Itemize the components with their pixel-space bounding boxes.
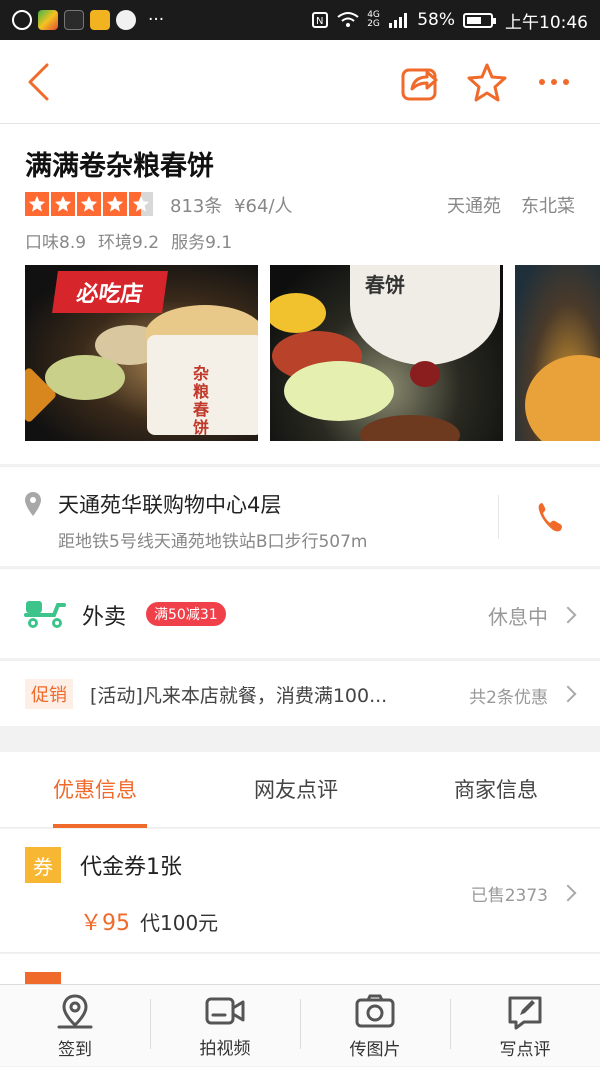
food-plate (360, 415, 460, 441)
coupon-item[interactable]: 券 代金券1张 ￥95 代100元 已售2373 (0, 829, 600, 953)
takeout-row[interactable]: 外卖 满50减31 休息中 (0, 568, 600, 658)
active-tab-indicator (53, 824, 147, 828)
address-main: 天通苑华联购物中心4层 (58, 493, 282, 517)
back-icon (28, 63, 49, 101)
promo-text: [活动]凡来本店就餐，消费满100... (90, 685, 388, 707)
app-icon (38, 10, 58, 30)
upload-photo-label: 传图片 (349, 1039, 401, 1060)
star-icon (51, 192, 75, 216)
environment-score: 环境9.2 (98, 233, 160, 253)
checkin-label: 签到 (58, 1039, 92, 1060)
delivery-scooter-icon (24, 601, 66, 628)
star-icon (103, 192, 127, 216)
app-icon (116, 10, 136, 30)
svg-text:N: N (316, 16, 323, 27)
takeout-discount-tag: 满50减31 (146, 602, 226, 626)
food-bowl (284, 361, 394, 421)
sub-scores: 口味8.9 环境9.2 服务9.1 (25, 228, 232, 253)
phone-icon[interactable] (536, 501, 564, 533)
shop-photo[interactable]: 春饼 (270, 265, 503, 441)
photo-caption: 春饼 (365, 273, 405, 297)
status-right: N 4G 2G 58% 上午10:46 (311, 8, 588, 33)
wifi-icon (337, 12, 359, 27)
promo-row[interactable]: 促销 [活动]凡来本店就餐，消费满100... 共2条优惠 (0, 660, 600, 726)
address-sub: 距地铁5号线天通苑地铁站B口步行507m (58, 532, 368, 552)
status-bar: ··· N 4G 2G 58% 上午10:46 (0, 0, 600, 40)
service-score: 服务9.1 (171, 233, 233, 253)
record-video-label: 拍视频 (199, 1038, 251, 1059)
nfc-icon: N (312, 12, 329, 28)
chevron-right-icon (559, 606, 577, 624)
video-camera-icon (205, 997, 245, 1024)
avg-price: ¥64/人 (234, 196, 293, 217)
more-button[interactable] (530, 58, 578, 106)
chevron-right-icon (559, 685, 577, 703)
takeout-status: 休息中 (488, 605, 548, 629)
cuisine-tag[interactable]: 东北菜 (521, 192, 575, 218)
review-count: 813条 (170, 196, 223, 217)
bottom-action-bar: 签到 拍视频 传图片 写点评 (0, 984, 600, 1066)
promo-count: 共2条优惠 (469, 688, 548, 708)
signal-icon (389, 13, 408, 28)
promo-tag: 促销 (25, 679, 73, 709)
shop-tags: 天通苑 东北菜 (447, 192, 575, 218)
battery-icon (463, 12, 496, 28)
food-plate (45, 355, 125, 400)
location-pin-icon (57, 993, 93, 1028)
favorite-button[interactable] (463, 58, 511, 106)
location-pin-icon (25, 492, 41, 516)
photo-caption: 杂粮春饼 (193, 364, 210, 437)
must-eat-badge: 必吃店 (52, 271, 168, 313)
half-star-icon (129, 192, 153, 216)
share-icon (401, 68, 438, 101)
coupon-title: 代金券1张 (80, 855, 182, 880)
chevron-right-icon (559, 884, 577, 902)
star-icon (77, 192, 101, 216)
clock: 上午10:46 (505, 12, 588, 33)
detail-tabs: 优惠信息 网友点评 商家信息 (0, 752, 600, 828)
battery-percent: 58% (417, 10, 455, 30)
edit-icon (508, 996, 542, 1029)
upload-photo-button[interactable]: 传图片 (300, 985, 450, 1067)
star-outline-icon (467, 63, 507, 102)
shop-name: 满满卷杂粮春饼 (25, 151, 214, 182)
rating-stars (25, 192, 153, 216)
address-row[interactable]: 天通苑华联购物中心4层 距地铁5号线天通苑地铁站B口步行507m (0, 466, 600, 566)
app-icon (64, 10, 84, 30)
more-notifications: ··· (148, 10, 165, 30)
camera-icon (355, 994, 395, 1027)
shop-info: 满满卷杂粮春饼 813条 ¥64/人 天通苑 东北菜 口味8.9 环境9.2 服… (0, 124, 600, 464)
nav-bar (0, 40, 600, 124)
tab-merchant-info[interactable]: 商家信息 (454, 774, 538, 804)
food-plate (270, 293, 326, 333)
write-review-button[interactable]: 写点评 (450, 985, 600, 1067)
status-left-icons: ··· (12, 10, 164, 30)
more-dots-icon (539, 79, 569, 85)
record-video-button[interactable]: 拍视频 (150, 985, 300, 1067)
review-meta: 813条 ¥64/人 (170, 192, 293, 218)
back-button[interactable] (14, 58, 62, 106)
taste-score: 口味8.9 (25, 233, 87, 253)
takeout-label: 外卖 (82, 605, 127, 630)
signal-label: 4G 2G (367, 10, 380, 29)
coupon-original-value: 代100元 (140, 911, 219, 935)
divider (498, 495, 499, 539)
food-noodles (525, 355, 600, 441)
food-plate (410, 361, 440, 387)
shop-photo[interactable]: 必吃店 杂粮春饼 (25, 265, 258, 441)
checkin-button[interactable]: 签到 (0, 985, 150, 1067)
photo-strip[interactable]: 必吃店 杂粮春饼 春饼 (25, 265, 600, 441)
voucher-icon: 券 (25, 847, 61, 883)
coupon-sold-count: 已售2373 (470, 886, 548, 906)
face-icon (12, 10, 32, 30)
area-tag[interactable]: 天通苑 (447, 192, 501, 218)
coupon-price: ￥95 (80, 911, 130, 936)
tab-reviews[interactable]: 网友点评 (254, 774, 338, 804)
write-review-label: 写点评 (499, 1039, 551, 1060)
share-button[interactable] (396, 58, 444, 106)
star-icon (25, 192, 49, 216)
tab-offers[interactable]: 优惠信息 (53, 774, 137, 804)
shop-photo[interactable] (515, 265, 600, 441)
app-icon (90, 10, 110, 30)
